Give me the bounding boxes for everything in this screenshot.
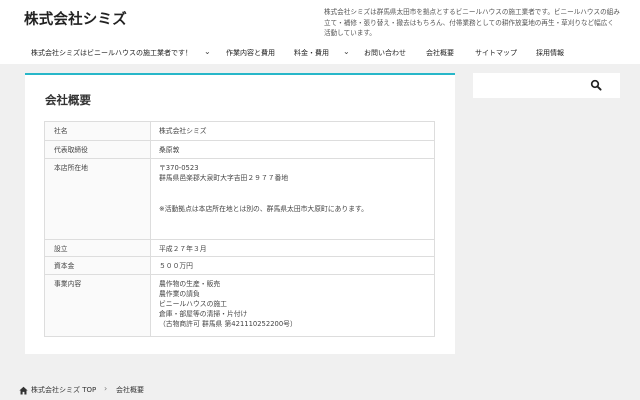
global-nav: 株式会社シミズはビニールハウスの施工業者です！ ⌄ 作業内容と費用 料金・費用 … — [0, 42, 640, 64]
row-value-line: 群馬県邑楽郡大泉町大字吉田２９７７番地 — [159, 174, 289, 182]
search-icon[interactable] — [590, 79, 602, 91]
row-value-line: 農作業の請負 — [159, 290, 200, 298]
nav-item-recruit[interactable]: 採用情報 — [536, 48, 564, 58]
row-value-line: ※活動拠点は本店所在地とは別の、群馬県太田市大原町にあります。 — [159, 205, 368, 213]
row-value: 農作物の生産・販売 農作業の請負 ビニールハウスの施工 倉庫・部屋等の清掃・片付… — [150, 274, 435, 337]
nav-item-contact[interactable]: お問い合わせ — [364, 48, 406, 58]
nav-item-sitemap[interactable]: サイトマップ — [475, 48, 517, 58]
nav-item-pricing[interactable]: 料金・費用 — [294, 48, 329, 58]
row-value-line: 株式会社シミズ — [159, 127, 207, 135]
sidebar-search-widget — [473, 73, 620, 98]
row-value-line: 桑原敦 — [159, 146, 180, 154]
row-value: 平成２７年３月 — [150, 239, 435, 257]
row-value-line: 農作物の生産・販売 — [159, 280, 221, 288]
search-input[interactable] — [485, 75, 606, 95]
table-row: 代表取締役 桑原敦 — [44, 140, 435, 159]
row-label: 代表取締役 — [44, 140, 151, 159]
chevron-down-icon[interactable]: ⌄ — [343, 47, 350, 57]
table-row: 資本金 ５００万円 — [44, 256, 435, 275]
row-label: 本店所在地 — [44, 158, 151, 240]
row-value: 桑原敦 — [150, 140, 435, 159]
row-label: 事業内容 — [44, 274, 151, 337]
row-value: ５００万円 — [150, 256, 435, 275]
home-icon[interactable] — [19, 386, 28, 395]
main-content: 会社概要 社名 株式会社シミズ 代表取締役 桑原敦 本店所在地 〒370-052… — [25, 73, 455, 354]
row-value: 〒370-0523 群馬県邑楽郡大泉町大字吉田２９７７番地 ※活動拠点は本店所在… — [150, 158, 435, 240]
table-row: 設立 平成２７年３月 — [44, 239, 435, 257]
breadcrumb-current: 会社概要 — [116, 386, 144, 394]
row-value-line: ビニールハウスの施工 — [159, 300, 227, 308]
nav-item-company[interactable]: 会社概要 — [426, 48, 454, 58]
row-value: 株式会社シミズ — [150, 121, 435, 141]
row-label: 資本金 — [44, 256, 151, 275]
row-value-line: 平成２７年３月 — [159, 245, 207, 253]
row-label: 社名 — [44, 121, 151, 141]
company-info-table: 社名 株式会社シミズ 代表取締役 桑原敦 本店所在地 〒370-0523 群馬県… — [44, 121, 435, 337]
row-label: 設立 — [44, 239, 151, 257]
table-row: 本店所在地 〒370-0523 群馬県邑楽郡大泉町大字吉田２９７７番地 ※活動拠… — [44, 158, 435, 240]
breadcrumb: 株式会社シミズ TOP › 会社概要 — [0, 381, 640, 400]
table-row: 社名 株式会社シミズ — [44, 121, 435, 141]
table-row: 事業内容 農作物の生産・販売 農作業の請負 ビニールハウスの施工 倉庫・部屋等の… — [44, 274, 435, 337]
breadcrumb-home-link[interactable]: 株式会社シミズ TOP — [31, 385, 96, 395]
row-value-line — [159, 183, 434, 204]
chevron-down-icon[interactable]: ⌄ — [204, 47, 211, 57]
page-title: 会社概要 — [45, 93, 91, 107]
site-title[interactable]: 株式会社シミズ — [24, 8, 127, 29]
row-value-line: 倉庫・部屋等の清掃・片付け — [159, 310, 248, 318]
row-value-line: （古物商許可 群馬県 第421110252200号） — [159, 320, 297, 328]
nav-item-home[interactable]: 株式会社シミズはビニールハウスの施工業者です！ — [31, 48, 192, 58]
chevron-right-icon: › — [104, 384, 108, 393]
row-value-line: ５００万円 — [159, 262, 193, 270]
nav-item-work[interactable]: 作業内容と費用 — [226, 48, 275, 58]
site-header: 株式会社シミズ 株式会社シミズは群馬県太田市を拠点とするビニールハウスの施工業者… — [0, 0, 640, 42]
row-value-line: 〒370-0523 — [159, 164, 199, 172]
site-description: 株式会社シミズは群馬県太田市を拠点とするビニールハウスの施工業者です。ビニールハ… — [324, 8, 620, 38]
